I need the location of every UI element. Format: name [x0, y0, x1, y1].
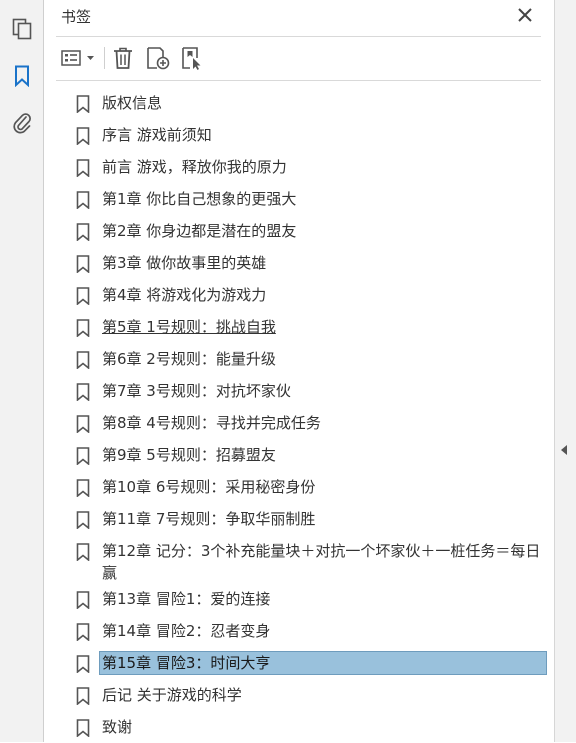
bookmark-item[interactable]: 第10章 6号规则：采用秘密身份 — [44, 471, 554, 503]
bookmark-label: 第6章 2号规则：能量升级 — [102, 350, 276, 368]
bookmark-label: 第7章 3号规则：对抗坏家伙 — [102, 382, 291, 400]
pages-icon[interactable] — [8, 15, 36, 43]
bookmark-from-selection-button[interactable] — [179, 45, 205, 71]
delete-bookmark-button[interactable] — [110, 45, 136, 71]
bookmark-item[interactable]: 第4章 将游戏化为游戏力 — [44, 279, 554, 311]
bookmark-icon — [76, 255, 90, 273]
bookmark-label: 第15章 冒险3：时间大亨 — [99, 651, 547, 675]
panel-title: 书签 — [61, 8, 92, 26]
options-menu-button[interactable] — [60, 45, 98, 71]
bookmark-icon — [76, 447, 90, 465]
bookmark-item[interactable]: 第8章 4号规则：寻找并完成任务 — [44, 407, 554, 439]
bookmark-label: 第5章 1号规则：挑战自我 — [100, 316, 545, 338]
bookmark-item[interactable]: 第7章 3号规则：对抗坏家伙 — [44, 375, 554, 407]
bookmark-icon[interactable] — [8, 62, 36, 90]
header-divider — [56, 36, 541, 37]
bookmark-item[interactable]: 第5章 1号规则：挑战自我 — [44, 311, 554, 343]
bookmark-item[interactable]: 第1章 你比自己想象的更强大 — [44, 183, 554, 215]
new-bookmark-icon — [147, 47, 170, 70]
bookmark-item[interactable]: 序言 游戏前须知 — [44, 119, 554, 151]
bookmark-icon — [76, 479, 90, 497]
toolbar-divider — [104, 47, 105, 69]
bookmark-label: 致谢 — [102, 718, 133, 736]
bookmark-icon — [76, 655, 90, 673]
bookmark-item[interactable]: 第12章 记分：3个补充能量块＋对抗一个坏家伙＋一桩任务＝每日赢 — [44, 535, 554, 583]
bookmark-item[interactable]: 第14章 冒险2：忍者变身 — [44, 615, 554, 647]
bookmark-label-text: 第5章 1号规则：挑战自我 — [102, 318, 276, 336]
bookmark-item[interactable]: 致谢 — [44, 711, 554, 743]
bookmark-icon — [76, 623, 90, 641]
bookmark-label: 第11章 7号规则：争取华丽制胜 — [102, 510, 316, 528]
close-icon[interactable] — [516, 6, 534, 24]
bookmark-item[interactable]: 第9章 5号规则：招募盟友 — [44, 439, 554, 471]
bookmark-icon — [76, 287, 90, 305]
bookmark-icon — [76, 191, 90, 209]
bookmark-icon — [76, 95, 90, 113]
collapse-arrow-icon[interactable] — [561, 445, 567, 455]
bookmark-icon — [76, 415, 90, 433]
bookmark-icon — [76, 383, 90, 401]
bookmark-label: 第13章 冒险1：爱的连接 — [102, 590, 271, 608]
bookmark-item[interactable]: 版权信息 — [44, 87, 554, 119]
bookmarks-panel: 书签 版权信息 序言 游戏前须知 前言 游戏，释放你我的原力 第1章 你比自己想… — [44, 0, 554, 742]
bookmark-icon — [76, 319, 90, 337]
trash-icon — [114, 47, 132, 69]
bookmark-icon — [76, 687, 90, 705]
bookmark-item[interactable]: 后记 关于游戏的科学 — [44, 679, 554, 711]
bookmark-label: 第2章 你身边都是潜在的盟友 — [102, 222, 297, 240]
bookmark-icon — [76, 591, 90, 609]
bookmark-label: 第3章 做你故事里的英雄 — [102, 254, 267, 272]
bookmark-item[interactable]: 前言 游戏，释放你我的原力 — [44, 151, 554, 183]
options-menu-icon — [61, 50, 94, 66]
bookmark-label: 第10章 6号规则：采用秘密身份 — [102, 478, 316, 496]
bookmark-icon — [76, 351, 90, 369]
bookmark-label: 前言 游戏，释放你我的原力 — [102, 158, 287, 176]
bookmark-label: 第4章 将游戏化为游戏力 — [102, 286, 267, 304]
bookmark-label: 第14章 冒险2：忍者变身 — [102, 622, 271, 640]
bookmark-item[interactable]: 第3章 做你故事里的英雄 — [44, 247, 554, 279]
bookmark-label: 第1章 你比自己想象的更强大 — [102, 190, 297, 208]
toolbar-divider-bottom — [56, 80, 541, 81]
bookmark-item-selected[interactable]: 第15章 冒险3：时间大亨 — [44, 647, 554, 679]
bookmark-icon — [76, 511, 90, 529]
bookmark-from-selection-icon — [182, 47, 201, 70]
attachment-icon[interactable] — [8, 108, 36, 136]
new-bookmark-button[interactable] — [144, 45, 172, 71]
navigation-sidebar — [0, 0, 44, 742]
bookmark-label: 序言 游戏前须知 — [102, 126, 212, 144]
bookmark-list: 版权信息 序言 游戏前须知 前言 游戏，释放你我的原力 第1章 你比自己想象的更… — [44, 87, 554, 743]
bookmark-label: 后记 关于游戏的科学 — [102, 686, 242, 704]
bookmark-item[interactable]: 第11章 7号规则：争取华丽制胜 — [44, 503, 554, 535]
bookmark-icon — [76, 223, 90, 241]
bookmark-item[interactable]: 第6章 2号规则：能量升级 — [44, 343, 554, 375]
bookmark-item[interactable]: 第2章 你身边都是潜在的盟友 — [44, 215, 554, 247]
bookmark-icon — [76, 127, 90, 145]
bookmark-label: 版权信息 — [102, 94, 163, 112]
right-collapse-bar[interactable] — [554, 0, 576, 742]
bookmark-icon — [76, 719, 90, 737]
bookmark-icon — [76, 159, 90, 177]
bookmark-icon — [76, 543, 90, 561]
bookmark-label: 第9章 5号规则：招募盟友 — [102, 446, 276, 464]
bookmark-label: 第8章 4号规则：寻找并完成任务 — [102, 414, 321, 432]
bookmark-label: 第12章 记分：3个补充能量块＋对抗一个坏家伙＋一桩任务＝每日赢 — [102, 542, 541, 582]
bookmark-item[interactable]: 第13章 冒险1：爱的连接 — [44, 583, 554, 615]
